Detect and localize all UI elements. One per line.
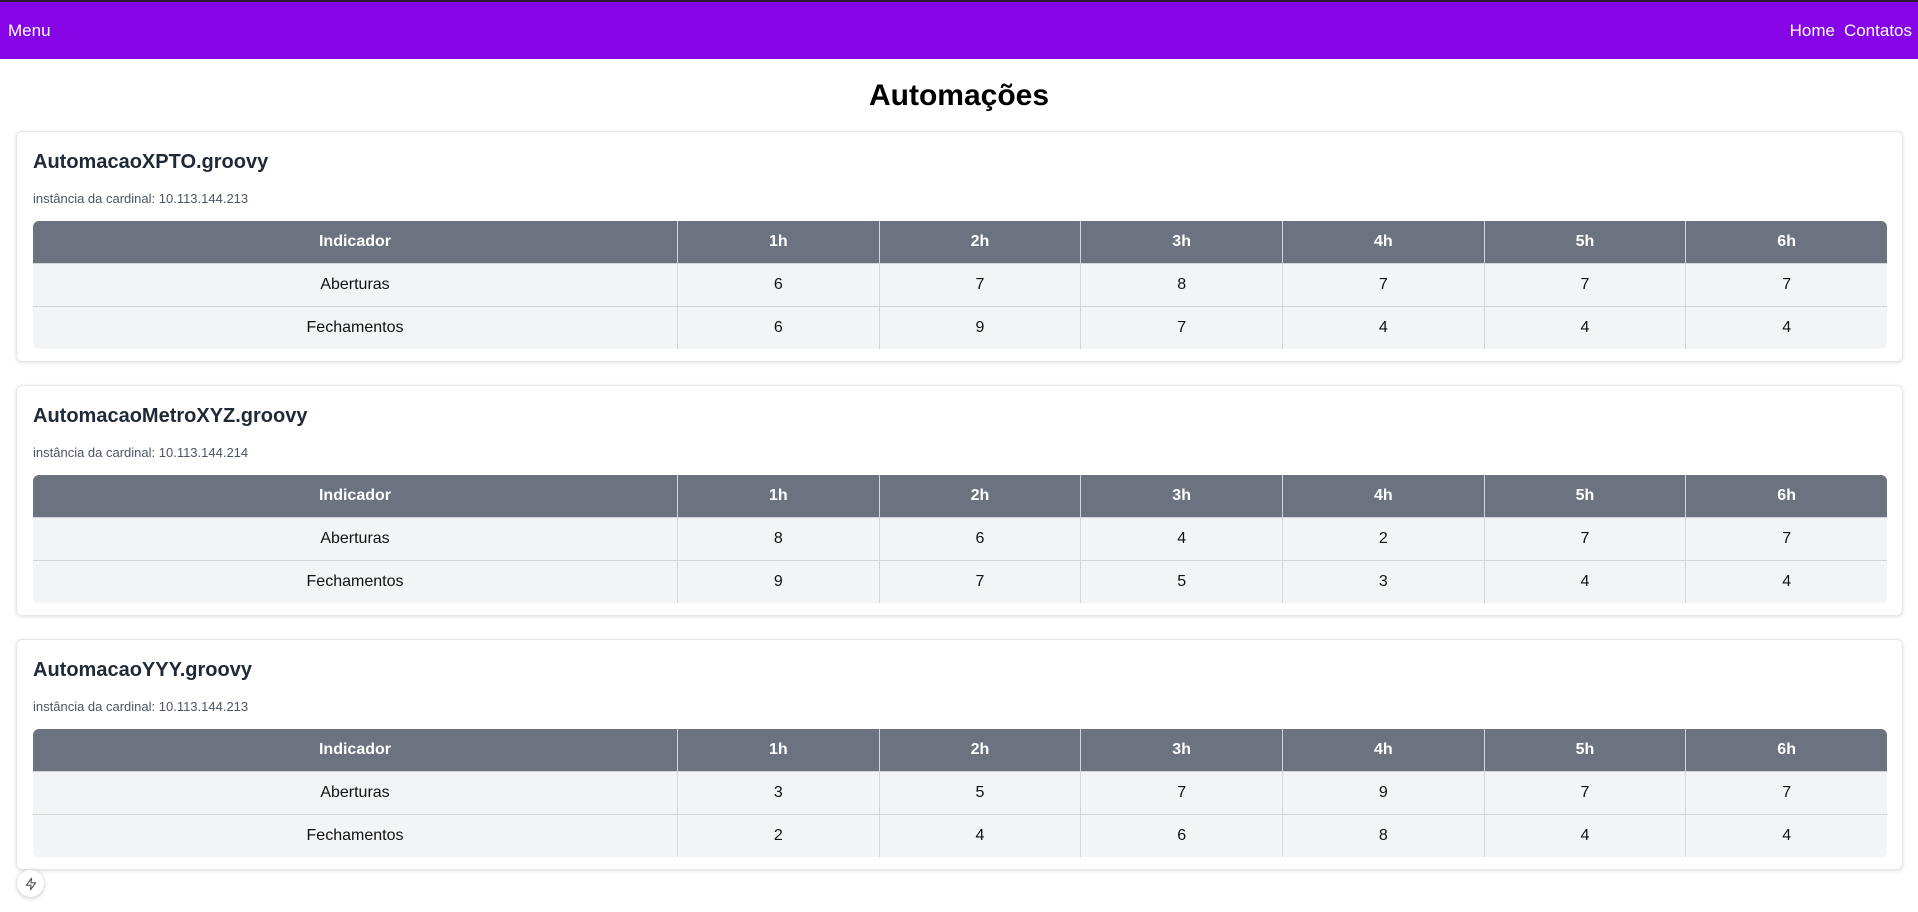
header-3h: 3h [1080,475,1282,517]
table-cell: 4 [878,814,1081,857]
header-1h: 1h [677,221,879,263]
nav-links: Home Contatos [1790,21,1912,41]
table-cell: 4 [1483,560,1686,603]
row-label: Aberturas [33,263,677,306]
table-header-row: Indicador 1h 2h 3h 4h 5h 6h [33,475,1887,517]
table-header-row: Indicador 1h 2h 3h 4h 5h 6h [33,729,1887,771]
table-cell: 8 [677,517,879,560]
header-indicador: Indicador [33,221,677,263]
header-1h: 1h [677,729,879,771]
page-title: Automações [868,79,1050,112]
table-cell: 7 [1281,263,1484,306]
table-cell: 4 [1080,517,1282,560]
table-cell: 6 [677,263,879,306]
table-cell: 4 [1483,306,1686,349]
header-2h: 2h [878,221,1081,263]
table-cell: 5 [1080,560,1282,603]
automation-card: AutomacaoYYY.groovy instância da cardina… [16,639,1903,870]
table-cell: 4 [1483,814,1686,857]
table-cell: 6 [878,517,1081,560]
table-row: Fechamentos 6 9 7 4 4 4 [33,306,1887,349]
table-cell: 2 [677,814,879,857]
header-5h: 5h [1483,729,1686,771]
header-1h: 1h [677,475,879,517]
header-3h: 3h [1080,221,1282,263]
row-label: Fechamentos [33,560,677,603]
metrics-table: Indicador 1h 2h 3h 4h 5h 6h Aberturas 6 … [33,221,1887,349]
header-3h: 3h [1080,729,1282,771]
table-row: Aberturas 8 6 4 2 7 7 [33,517,1887,560]
metrics-table: Indicador 1h 2h 3h 4h 5h 6h Aberturas 3 … [33,729,1887,857]
metrics-table: Indicador 1h 2h 3h 4h 5h 6h Aberturas 8 … [33,475,1887,603]
table-cell: 7 [1685,263,1887,306]
table-cell: 9 [878,306,1081,349]
row-label: Fechamentos [33,306,677,349]
automation-name: AutomacaoXPTO.groovy [33,151,269,173]
table-cell: 7 [1685,517,1887,560]
lightning-bolt-icon [25,877,36,890]
instance-info: instância da cardinal: 10.113.144.213 [33,699,249,714]
header-4h: 4h [1281,729,1484,771]
table-cell: 9 [677,560,879,603]
automation-cards: AutomacaoXPTO.groovy instância da cardin… [16,131,1903,893]
row-label: Aberturas [33,771,677,814]
table-cell: 7 [1483,771,1686,814]
automation-card: AutomacaoMetroXYZ.groovy instância da ca… [16,385,1903,616]
table-cell: 9 [1281,771,1484,814]
table-cell: 7 [878,263,1081,306]
header-6h: 6h [1685,221,1887,263]
table-cell: 7 [1685,771,1887,814]
menu-button[interactable]: Menu [8,21,51,41]
table-cell: 7 [1080,771,1282,814]
table-cell: 7 [878,560,1081,603]
automation-name: AutomacaoMetroXYZ.groovy [33,405,308,427]
header-indicador: Indicador [33,729,677,771]
table-row: Fechamentos 2 4 6 8 4 4 [33,814,1887,857]
table-cell: 4 [1685,306,1887,349]
table-cell: 7 [1483,263,1686,306]
header-4h: 4h [1281,475,1484,517]
table-cell: 2 [1281,517,1484,560]
header-indicador: Indicador [33,475,677,517]
header-5h: 5h [1483,221,1686,263]
table-row: Aberturas 6 7 8 7 7 7 [33,263,1887,306]
table-cell: 6 [677,306,879,349]
table-cell: 4 [1685,814,1887,857]
table-cell: 4 [1281,306,1484,349]
instance-info: instância da cardinal: 10.113.144.213 [33,191,249,206]
instance-info: instância da cardinal: 10.113.144.214 [33,445,249,460]
header-4h: 4h [1281,221,1484,263]
header-6h: 6h [1685,475,1887,517]
table-cell: 4 [1685,560,1887,603]
row-label: Aberturas [33,517,677,560]
table-cell: 3 [677,771,879,814]
table-cell: 3 [1281,560,1484,603]
table-cell: 7 [1080,306,1282,349]
floating-action-button[interactable] [17,870,44,897]
header-6h: 6h [1685,729,1887,771]
table-cell: 7 [1483,517,1686,560]
automation-card: AutomacaoXPTO.groovy instância da cardin… [16,131,1903,362]
table-cell: 8 [1080,263,1282,306]
table-row: Aberturas 3 5 7 9 7 7 [33,771,1887,814]
table-cell: 8 [1281,814,1484,857]
header-2h: 2h [878,475,1081,517]
table-header-row: Indicador 1h 2h 3h 4h 5h 6h [33,221,1887,263]
header-5h: 5h [1483,475,1686,517]
header-2h: 2h [878,729,1081,771]
row-label: Fechamentos [33,814,677,857]
top-navbar: Menu Home Contatos [0,0,1918,59]
nav-link-contatos[interactable]: Contatos [1844,21,1912,41]
table-cell: 6 [1080,814,1282,857]
automation-name: AutomacaoYYY.groovy [33,659,252,681]
nav-link-home[interactable]: Home [1790,21,1835,41]
table-cell: 5 [878,771,1081,814]
table-row: Fechamentos 9 7 5 3 4 4 [33,560,1887,603]
